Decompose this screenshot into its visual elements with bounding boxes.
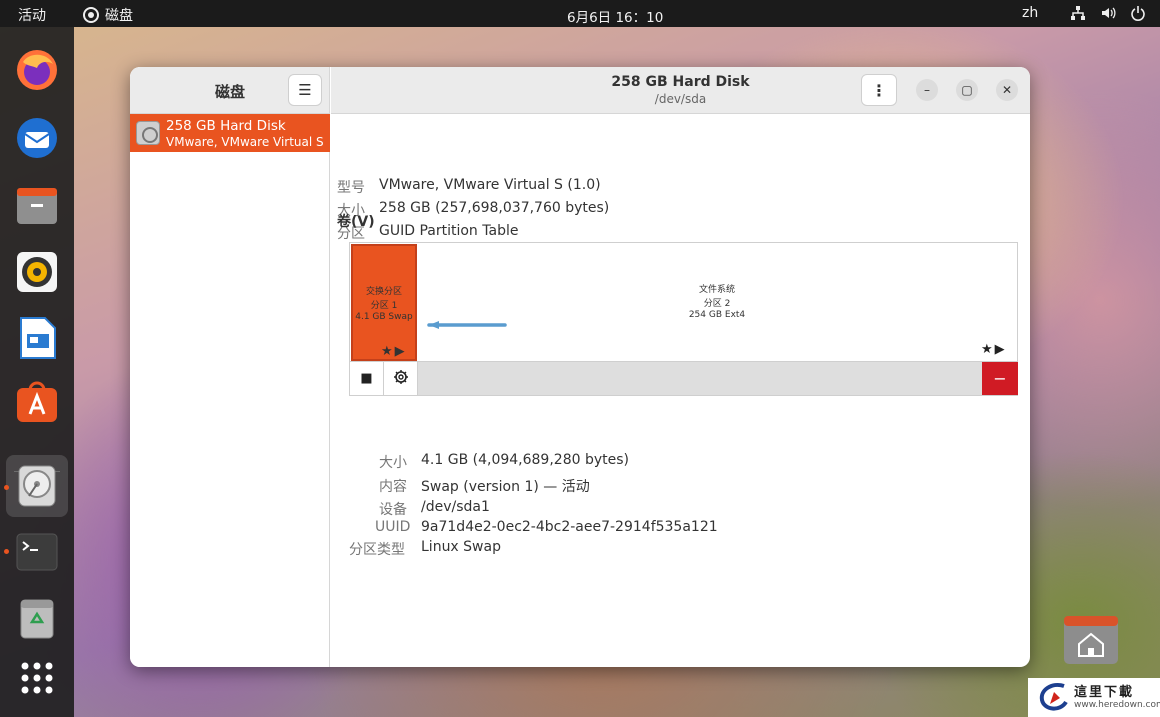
uuid-label: UUID	[375, 519, 411, 535]
show-apps-icon[interactable]	[14, 655, 60, 701]
swap-partition-block[interactable]: 交换分区 分区 1 4.1 GB Swap ★▶	[351, 244, 417, 361]
partition-type-value: Linux Swap	[421, 539, 501, 555]
maximize-icon: ▢	[961, 83, 973, 97]
app-menu[interactable]: 磁盘	[83, 5, 133, 25]
hamburger-icon: ☰	[298, 81, 312, 99]
minimize-icon: –	[924, 83, 930, 97]
input-language-indicator[interactable]: zh	[1022, 5, 1038, 21]
volume-icon	[1100, 5, 1116, 25]
main-panel: 258 GB Hard Disk /dev/sda ⋮ – ▢ ✕ 型号 VMw…	[331, 67, 1030, 667]
swap-partition-number: 分区 1	[370, 301, 398, 311]
play-icon: ▶	[994, 342, 1007, 357]
running-indicator	[4, 485, 9, 490]
volume-toolbar: ■ −	[349, 362, 1018, 396]
app-center-icon[interactable]	[14, 379, 60, 425]
partition-type-label: 分区类型	[349, 542, 405, 558]
thunderbird-icon[interactable]	[14, 115, 60, 161]
vol-size-label: 大小	[379, 455, 407, 471]
sidebar: 磁盘 ☰ 258 GB Hard Disk VMware, VMware Vir…	[130, 67, 330, 667]
disks-app-icon	[83, 7, 99, 23]
dock	[0, 27, 74, 717]
watermark-title: 這里下載	[1074, 685, 1135, 700]
fs-partition-type: 文件系统	[698, 285, 735, 295]
power-icon	[1130, 5, 1146, 25]
disk-model: VMware, VMware Virtual S	[166, 135, 324, 149]
home-folder-icon[interactable]	[1062, 614, 1120, 666]
disk-list-item[interactable]: 258 GB Hard Disk VMware, VMware Virtual …	[130, 114, 330, 152]
drive-options-button[interactable]: ⋮	[861, 74, 897, 106]
stop-swap-button[interactable]: ■	[350, 362, 384, 395]
watermark-url: www.heredown.com	[1074, 700, 1160, 710]
hard-disk-icon	[136, 121, 160, 145]
fs-partition-size: 254 GB Ext4	[688, 310, 746, 320]
device-label: 设备	[379, 502, 407, 518]
trash-icon[interactable]	[14, 595, 60, 641]
vol-size-value: 4.1 GB (4,094,689,280 bytes)	[421, 452, 629, 468]
minimize-button[interactable]: –	[916, 79, 938, 101]
network-icon	[1070, 5, 1086, 25]
play-icon: ▶	[394, 344, 407, 359]
header-bar: 258 GB Hard Disk /dev/sda ⋮ – ▢ ✕	[331, 67, 1030, 114]
pointer-arrow-icon	[427, 321, 507, 329]
device-value: /dev/sda1	[421, 499, 490, 515]
size-value: 258 GB (257,698,037,760 bytes)	[379, 200, 610, 216]
stop-icon: ■	[360, 371, 373, 386]
site-watermark: 這里下載 www.heredown.com	[1028, 678, 1160, 717]
star-icon: ★	[981, 342, 995, 357]
volume-map: 交换分区 分区 1 4.1 GB Swap ★▶ 文件系统 分区 2 254 G…	[349, 242, 1018, 362]
swap-status-icons: ★▶	[381, 344, 407, 359]
volumes-heading: 卷(V)	[337, 214, 375, 230]
disks-window: 磁盘 ☰ 258 GB Hard Disk VMware, VMware Vir…	[130, 67, 1030, 667]
contents-value: Swap (version 1) — 活动	[421, 479, 590, 495]
kebab-menu-icon: ⋮	[871, 80, 887, 100]
files-icon[interactable]	[14, 183, 60, 229]
disks-icon[interactable]	[6, 455, 68, 517]
maximize-button[interactable]: ▢	[956, 79, 978, 101]
top-bar: 活动 磁盘 6月6日 16：10 zh	[0, 0, 1160, 27]
model-value: VMware, VMware Virtual S (1.0)	[379, 177, 601, 193]
libreoffice-impress-icon[interactable]	[14, 315, 60, 361]
disk-name: 258 GB Hard Disk	[166, 118, 286, 134]
uuid-value: 9a71d4e2-0ec2-4bc2-aee7-2914f535a121	[421, 519, 718, 535]
site-logo	[1039, 683, 1068, 711]
clock[interactable]: 6月6日 16：10	[567, 6, 663, 26]
star-icon: ★	[381, 344, 395, 359]
app-menu-label: 磁盘	[105, 8, 133, 24]
swap-partition-size: 4.1 GB Swap	[355, 312, 413, 322]
swap-partition-type: 交换分区	[365, 287, 402, 297]
filesystem-partition-block[interactable]: 文件系统 分区 2 254 GB Ext4 ★▶	[417, 244, 1017, 361]
partition-settings-button[interactable]	[384, 362, 418, 395]
sidebar-header: 磁盘 ☰	[130, 67, 329, 114]
contents-label: 内容	[379, 479, 407, 495]
rhythmbox-icon[interactable]	[14, 249, 60, 295]
activities-button[interactable]: 活动	[18, 5, 46, 25]
close-button[interactable]: ✕	[996, 79, 1018, 101]
main-menu-button[interactable]: ☰	[288, 74, 322, 106]
minus-icon: −	[993, 369, 1007, 388]
delete-partition-button[interactable]: −	[982, 362, 1018, 395]
model-label: 型号	[337, 180, 365, 196]
firefox-icon[interactable]	[14, 47, 60, 93]
terminal-icon[interactable]	[14, 529, 60, 575]
running-indicator	[4, 549, 9, 554]
fs-status-icons: ★▶	[981, 342, 1007, 357]
fs-partition-number: 分区 2	[703, 299, 731, 309]
close-icon: ✕	[1001, 83, 1013, 97]
partitioning-value: GUID Partition Table	[379, 223, 519, 239]
gear-icon	[393, 369, 409, 389]
system-status-menu[interactable]	[1070, 5, 1146, 25]
